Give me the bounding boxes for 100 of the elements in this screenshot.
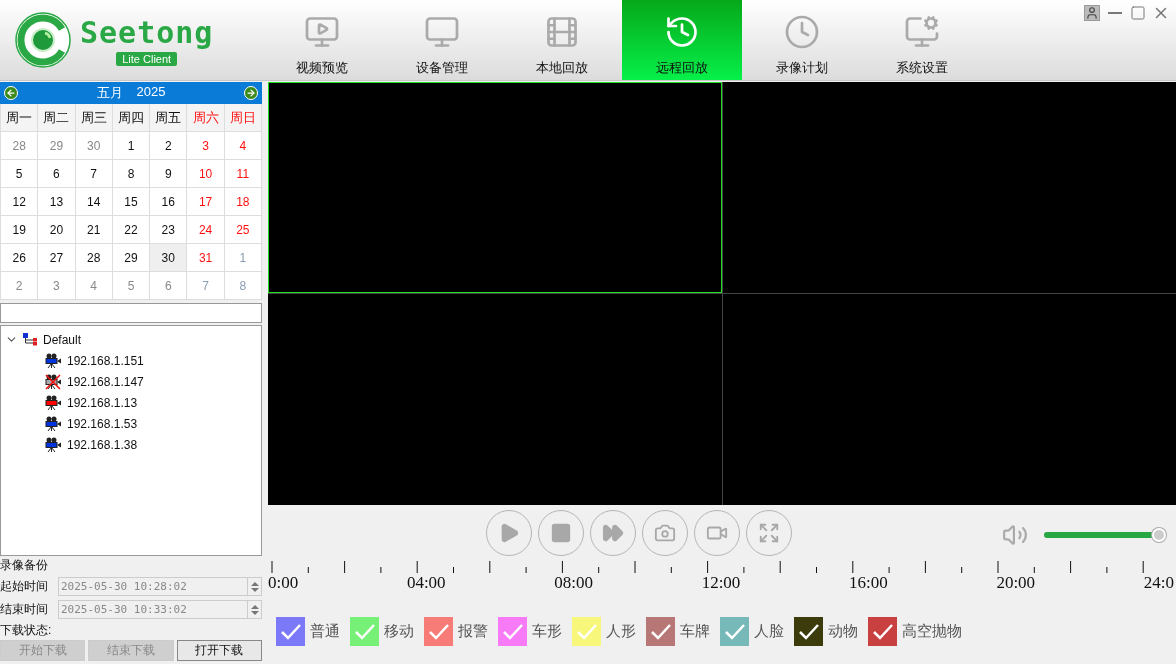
calendar-day[interactable]: 19 [1, 216, 39, 244]
calendar-day[interactable]: 23 [150, 216, 188, 244]
calendar-day[interactable]: 3 [38, 272, 76, 300]
calendar-day[interactable]: 16 [150, 188, 188, 216]
video-camera-button[interactable] [694, 510, 740, 556]
search-field[interactable] [0, 303, 262, 323]
record-type-checkbox[interactable] [424, 617, 453, 646]
nav-tab[interactable]: 远程回放 [622, 0, 742, 80]
calendar-day[interactable]: 10 [187, 160, 225, 188]
calendar-day[interactable]: 7 [75, 160, 113, 188]
record-type-checkbox[interactable] [350, 617, 379, 646]
nav-tab[interactable]: 视频预览 [262, 0, 382, 80]
device-label[interactable]: 192.168.1.53 [67, 416, 138, 431]
calendar-day[interactable]: 26 [1, 244, 39, 272]
calendar-day[interactable]: 3 [187, 132, 225, 160]
camera-button[interactable] [642, 510, 688, 556]
record-type-checkbox[interactable] [276, 617, 305, 646]
calendar-day[interactable]: 30 [75, 132, 113, 160]
next-month-button[interactable] [244, 86, 258, 100]
weekday-header: 周五 [150, 104, 188, 132]
calendar-day[interactable]: 28 [1, 132, 39, 160]
weekday-header: 周一 [1, 104, 39, 132]
calendar-day[interactable]: 28 [75, 244, 113, 272]
calendar-day[interactable]: 5 [112, 272, 151, 300]
calendar-day[interactable]: 2 [150, 132, 188, 160]
calendar-day[interactable]: 29 [38, 132, 76, 160]
fast-forward-icon [602, 522, 624, 544]
record-type-checkbox[interactable] [646, 617, 675, 646]
calendar-day[interactable]: 25 [224, 216, 262, 244]
status-label: 下载状态: [0, 622, 53, 639]
camera-icon [45, 394, 62, 411]
calendar-day[interactable]: 21 [75, 216, 113, 244]
nav-tab[interactable]: 系统设置 [862, 0, 982, 80]
logo-icon [14, 11, 72, 69]
fast-forward-button[interactable] [590, 510, 636, 556]
group-label[interactable]: Default [43, 332, 82, 347]
check-icon [871, 622, 894, 641]
calendar-day[interactable]: 6 [150, 272, 188, 300]
download-button[interactable]: 打开下载 [176, 640, 262, 661]
record-type-checkbox[interactable] [868, 617, 897, 646]
calendar-day[interactable]: 11 [224, 160, 262, 188]
nav-tab[interactable]: 设备管理 [382, 0, 502, 80]
record-type-checkbox[interactable] [794, 617, 823, 646]
field-label: 结束时间 [0, 601, 48, 618]
weekday-header: 周六 [187, 104, 225, 132]
weekday-header: 周二 [38, 104, 76, 132]
device-label[interactable]: 192.168.1.13 [67, 395, 138, 410]
calendar-day[interactable]: 29 [112, 244, 151, 272]
calendar-day[interactable]: 31 [187, 244, 225, 272]
nav-tab[interactable]: 本地回放 [502, 0, 622, 80]
record-type-checkbox[interactable] [572, 617, 601, 646]
record-type-label: 人脸 [754, 622, 784, 641]
spinner-icon[interactable] [250, 603, 259, 616]
calendar-day[interactable]: 20 [38, 216, 76, 244]
device-label[interactable]: 192.168.1.151 [67, 353, 144, 368]
monitor-gear-icon [904, 14, 940, 50]
month-dropdown[interactable]: 五月 [96, 84, 123, 102]
app-logo-text: Seetong [80, 14, 214, 50]
calendar-day[interactable]: 22 [112, 216, 151, 244]
calendar-day[interactable]: 12 [1, 188, 39, 216]
record-type-checkbox[interactable] [720, 617, 749, 646]
user-icon [1085, 6, 1099, 20]
edition-label: Lite Client [116, 51, 178, 66]
year-label[interactable]: 2025 [136, 84, 166, 102]
play-button[interactable] [486, 510, 532, 556]
check-icon [575, 622, 598, 641]
maximize-icon [1130, 5, 1146, 21]
nav-tab[interactable]: 录像计划 [742, 0, 862, 80]
calendar-day[interactable]: 15 [112, 188, 151, 216]
previous-month-button[interactable] [4, 86, 18, 100]
time-label: 16:00 [849, 573, 888, 593]
calendar-day[interactable]: 5 [1, 160, 39, 188]
calendar-day[interactable]: 14 [75, 188, 113, 216]
calendar-day[interactable]: 8 [112, 160, 151, 188]
weekday-header: 周四 [112, 104, 151, 132]
record-type-checkbox[interactable] [498, 617, 527, 646]
calendar-day[interactable]: 4 [75, 272, 113, 300]
calendar-day[interactable]: 27 [38, 244, 76, 272]
maximize-button[interactable] [1130, 5, 1146, 21]
fullscreen-button[interactable] [746, 510, 792, 556]
calendar-day[interactable]: 30 [150, 244, 188, 272]
device-label[interactable]: 192.168.1.147 [67, 374, 144, 389]
calendar-day[interactable]: 4 [224, 132, 262, 160]
user-button[interactable] [1084, 5, 1100, 21]
calendar-day[interactable]: 9 [150, 160, 188, 188]
calendar-day[interactable]: 13 [38, 188, 76, 216]
film-icon [544, 14, 580, 50]
camera-icon [45, 373, 62, 390]
calendar-day[interactable]: 6 [38, 160, 76, 188]
calendar-day[interactable]: 18 [224, 188, 262, 216]
volume-icon[interactable] [1002, 522, 1028, 548]
calendar-day[interactable]: 1 [112, 132, 151, 160]
device-label[interactable]: 192.168.1.38 [67, 437, 138, 452]
calendar-day[interactable]: 24 [187, 216, 225, 244]
calendar-day[interactable]: 17 [187, 188, 225, 216]
check-icon [353, 622, 376, 641]
calendar-day[interactable]: 2 [1, 272, 39, 300]
camera-icon [45, 415, 62, 432]
spinner-icon[interactable] [250, 580, 259, 593]
stop-button[interactable] [538, 510, 584, 556]
